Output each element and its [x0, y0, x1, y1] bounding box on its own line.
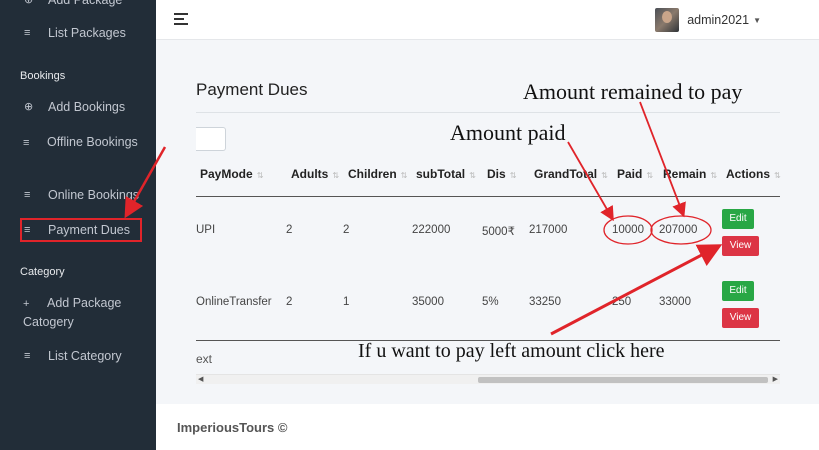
cell-dis: 5%: [482, 296, 499, 308]
add-package-category-text: Add Package Catogery: [23, 296, 122, 329]
cell-grandtotal: 33250: [529, 296, 561, 308]
column-header-dis[interactable]: Dis ⇅: [487, 167, 516, 181]
sidebar-item-online-bookings[interactable]: ≡ Online Bookings: [24, 186, 139, 204]
sidebar-item-label: Add Package: [48, 0, 123, 7]
cell-children: 2: [343, 224, 350, 236]
cell-adults: 2: [286, 224, 293, 236]
column-header-paymode[interactable]: PayMode ⇅: [200, 167, 263, 181]
list-icon: ≡: [23, 137, 30, 149]
caret-down-icon: ▼: [753, 15, 761, 25]
cell-paid: 250: [612, 296, 632, 308]
sidebar-section-bookings: Bookings: [20, 70, 66, 82]
cell-dis: 5000₹: [482, 226, 515, 238]
column-header-adults[interactable]: Adults ⇅: [291, 167, 339, 181]
sidebar-item-label: Add Bookings: [48, 100, 126, 114]
column-header-remain[interactable]: Remain ⇅: [663, 167, 717, 181]
sidebar-item-offline-bookings[interactable]: ≡ Offline Bookings: [23, 133, 149, 152]
sort-icon: ⇅: [332, 171, 340, 180]
cell-subtotal: 222000: [412, 224, 451, 236]
sort-icon: ⇅: [469, 171, 476, 180]
sort-icon: ⇅: [601, 171, 608, 180]
list-icon: ≡: [24, 27, 31, 39]
table-header-divider: [196, 196, 780, 197]
sort-icon: ⇅: [710, 171, 718, 180]
circle-plus-icon: ⊕: [24, 0, 34, 6]
cell-remain: 207000: [659, 224, 698, 236]
cell-adults: 2: [286, 296, 293, 308]
top-navbar: admin2021 ▼: [156, 0, 819, 40]
hamburger-icon[interactable]: [174, 13, 188, 28]
column-header-subtotal[interactable]: subTotal ⇅: [416, 167, 476, 181]
sort-icon: ⇅: [400, 171, 408, 180]
annotation-paid: Amount paid: [450, 120, 566, 145]
column-header-actions[interactable]: Actions ⇅: [726, 167, 781, 181]
sidebar-item-add-bookings[interactable]: ⊕ Add Bookings: [24, 98, 125, 116]
scroll-right-icon[interactable]: ▶: [773, 375, 778, 385]
title-divider: [196, 112, 780, 113]
sidebar-item-label: Online Bookings: [48, 188, 140, 202]
annotation-click-here: If u want to pay left amount click here: [358, 340, 665, 362]
scroll-thumb[interactable]: [478, 377, 768, 383]
edit-button[interactable]: Edit: [722, 209, 754, 229]
avatar: [655, 8, 680, 32]
list-icon: ≡: [24, 189, 31, 201]
view-button[interactable]: View: [722, 308, 759, 328]
sidebar-item-add-package[interactable]: ⊕ Add Package: [24, 0, 122, 9]
sidebar-item-list-packages[interactable]: ≡ List Packages: [24, 24, 126, 42]
cell-children: 1: [343, 296, 350, 308]
annotation-remain: Amount remained to pay: [523, 79, 743, 104]
page-title: Payment Dues: [196, 80, 308, 99]
cell-subtotal: 35000: [412, 296, 444, 308]
cell-grandtotal: 217000: [529, 224, 568, 236]
column-header-paid[interactable]: Paid ⇅: [617, 167, 653, 181]
sidebar: ⊕ Add Package ≡ List Packages Bookings ⊕…: [0, 0, 156, 450]
search-input[interactable]: [196, 127, 226, 151]
sort-icon: ⇅: [774, 171, 781, 180]
sidebar-item-label: ≡ Offline Bookings: [23, 133, 138, 152]
sidebar-section-category: Category: [20, 266, 65, 278]
horizontal-scrollbar[interactable]: ◀ ▶: [196, 374, 780, 384]
sort-icon: ⇅: [646, 171, 654, 180]
table-info-text: ext: [196, 352, 213, 366]
column-header-grandtotal[interactable]: GrandTotal ⇅: [534, 167, 608, 181]
scroll-left-icon[interactable]: ◀: [198, 375, 203, 385]
list-icon: ≡: [24, 350, 31, 362]
plus-icon: +: [23, 298, 30, 310]
edit-button[interactable]: Edit: [722, 281, 754, 301]
column-header-children[interactable]: Children ⇅: [348, 167, 407, 181]
cell-paymode: UPI: [196, 224, 216, 236]
sidebar-item-list-category[interactable]: ≡ List Category: [24, 347, 122, 365]
cell-remain: 33000: [659, 296, 691, 308]
footer-text: ImperiousTours ©: [177, 420, 288, 435]
sidebar-item-label: List Packages: [48, 26, 126, 40]
sort-icon: ⇅: [256, 171, 264, 180]
username: admin2021: [687, 13, 750, 27]
circle-plus-icon: ⊕: [24, 101, 34, 113]
sort-icon: ⇅: [509, 171, 517, 180]
sidebar-item-label: + Add Package Catogery: [23, 294, 149, 331]
offline-bookings-text: Offline Bookings: [47, 135, 138, 149]
user-menu[interactable]: admin2021 ▼: [655, 8, 761, 32]
payment-dues-highlight-box: [20, 218, 142, 242]
cell-paymode: OnlineTransfer: [196, 296, 272, 308]
cell-paid: 10000: [612, 224, 644, 236]
sidebar-item-add-package-category[interactable]: + Add Package Catogery: [23, 294, 149, 331]
sidebar-item-label: List Category: [48, 349, 122, 363]
view-button[interactable]: View: [722, 236, 759, 256]
